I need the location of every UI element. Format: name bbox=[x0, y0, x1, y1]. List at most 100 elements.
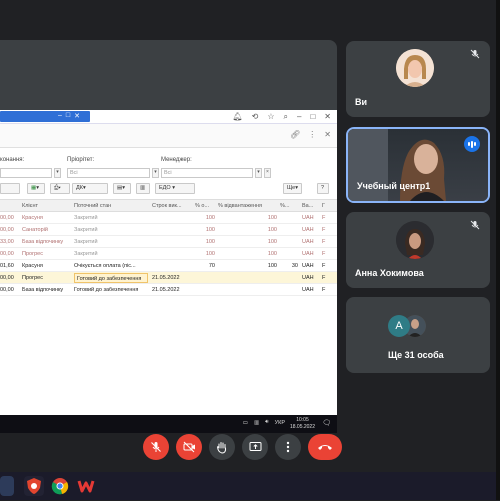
table-row[interactable]: 00,00 База відпочинку Готовий до забезпече… bbox=[0, 284, 337, 296]
shared-screen[interactable]: – □ ✕ 🔔︎ ⟲ ☆ ⌕ – □ ✕ 🔗︎ ⋮ ✕ конання: ▾ П… bbox=[0, 110, 337, 433]
priority-select-button[interactable]: ▾ bbox=[152, 168, 159, 178]
volume-icon[interactable]: 🔊︎ bbox=[265, 419, 268, 426]
table-cell-client: Красуня bbox=[22, 263, 43, 269]
network-icon[interactable]: ▥ bbox=[254, 420, 259, 426]
maximize-icon[interactable]: □ bbox=[66, 112, 70, 122]
create-button[interactable] bbox=[0, 183, 20, 194]
participant-tile-others[interactable]: A Ще 31 особа bbox=[346, 297, 490, 373]
table-cell-cur: UAH bbox=[302, 227, 314, 233]
orders-table: Клієнт Поточний стан Строк вик... % о...… bbox=[0, 199, 337, 296]
table-row[interactable]: 01,60 Красуня Очікується оплата (піс... 70 1… bbox=[0, 260, 337, 272]
clock-date: 18.05.2022 bbox=[289, 424, 315, 430]
window-controls[interactable]: – □ ✕ bbox=[58, 112, 80, 122]
mic-toggle-button[interactable] bbox=[143, 434, 169, 460]
end-call-button[interactable] bbox=[308, 434, 342, 460]
help-label: ? bbox=[321, 185, 325, 191]
table-row[interactable]: 33,00 База відпочинку Закритий 100 100 UAH F bbox=[0, 236, 337, 248]
manager-select-button[interactable]: ▾ bbox=[255, 168, 262, 178]
participant-name: Анна Хокимова bbox=[355, 268, 424, 278]
more-options-button[interactable] bbox=[275, 434, 301, 460]
table-cell-flag: F bbox=[322, 227, 326, 233]
system-tray: ▭ ▥ 🔊︎ УКР bbox=[243, 419, 285, 426]
table-cell-p1: 100 bbox=[205, 215, 215, 221]
history-icon[interactable]: ⟲ bbox=[252, 112, 259, 122]
command-bar: ▦▾ ⎙▾ ДК▾ ▤▾ ▥ ЕДО ▾ Ще▾ ? bbox=[0, 182, 337, 196]
participant-tile-anna[interactable]: Анна Хокимова bbox=[346, 212, 490, 288]
wps-office-icon[interactable] bbox=[76, 476, 96, 496]
table-cell-cur: UAH bbox=[302, 251, 314, 257]
dk-button[interactable]: ДК▾ bbox=[72, 183, 108, 194]
chrome-icon[interactable] bbox=[50, 476, 70, 496]
app-title-bar: – □ ✕ 🔔︎ ⟲ ☆ ⌕ – □ ✕ bbox=[0, 110, 337, 124]
executor-select-button[interactable]: ▾ bbox=[54, 168, 61, 178]
col-pct[interactable]: %... bbox=[280, 203, 296, 209]
table-cell-p1: 100 bbox=[205, 251, 215, 257]
print-button[interactable]: ⎙▾ bbox=[50, 183, 70, 194]
meeting-controls bbox=[0, 432, 500, 462]
table-body: 00,00 Красуня Закритий 100 100 UAH F 00,00 Санат… bbox=[0, 212, 337, 296]
present-screen-button[interactable] bbox=[242, 434, 268, 460]
star-icon[interactable]: ☆ bbox=[267, 112, 274, 122]
col-state[interactable]: Поточний стан bbox=[74, 203, 111, 209]
table-cell-p2: 100 bbox=[267, 239, 277, 245]
table-row[interactable]: 00,00 Прогрес Готовий до забезпечення 21.05… bbox=[0, 272, 337, 284]
col-paid[interactable]: % о... bbox=[195, 203, 215, 209]
screen-icon[interactable]: ▭ bbox=[243, 420, 248, 426]
col-deadline[interactable]: Строк вик... bbox=[152, 203, 184, 209]
table-cell-deadline: 21.05.2022 bbox=[152, 275, 180, 281]
window-edge bbox=[496, 0, 500, 500]
notification-icon[interactable]: 🗨︎ bbox=[322, 419, 331, 427]
grid-button[interactable]: ▤▾ bbox=[113, 183, 131, 194]
table-cell-deadline: 21.05.2022 bbox=[152, 287, 180, 293]
participant-tile-speaker[interactable]: Учебный центр1 bbox=[346, 127, 490, 203]
table-cell-amount: 00,00 bbox=[0, 275, 14, 281]
raise-hand-button[interactable] bbox=[209, 434, 235, 460]
presentation-tile[interactable]: – □ ✕ 🔔︎ ⟲ ☆ ⌕ – □ ✕ 🔗︎ ⋮ ✕ конання: ▾ П… bbox=[0, 40, 337, 433]
doc-button[interactable]: ▥ bbox=[136, 183, 150, 194]
close-icon[interactable]: ✕ bbox=[74, 112, 80, 122]
table-cell-amount: 00,00 bbox=[0, 227, 14, 233]
shield-app-icon[interactable] bbox=[24, 476, 44, 496]
mic-off-icon bbox=[151, 442, 161, 452]
table-header: Клієнт Поточний стан Строк вик... % о...… bbox=[0, 199, 337, 212]
col-shipped[interactable]: % відвантаження bbox=[218, 203, 262, 209]
table-cell-flag: F bbox=[322, 263, 326, 269]
more-button[interactable]: Ще▾ bbox=[283, 183, 302, 194]
manager-input[interactable]: Всі bbox=[161, 168, 253, 178]
bell-icon[interactable]: 🔔︎ bbox=[232, 112, 242, 122]
help-button[interactable]: ? bbox=[317, 183, 329, 194]
priority-input[interactable]: Всі bbox=[67, 168, 150, 178]
clock[interactable]: 10:05 18.05.2022 bbox=[290, 417, 315, 431]
table-cell-flag: F bbox=[322, 275, 326, 281]
minimize-icon[interactable]: – bbox=[58, 112, 62, 122]
col-flag[interactable]: Г bbox=[322, 203, 325, 209]
participant-tile-self[interactable]: Ви bbox=[346, 41, 490, 117]
col-client[interactable]: Клієнт bbox=[22, 203, 38, 209]
table-row[interactable]: 00,00 Красуня Закритий 100 100 UAH F bbox=[0, 212, 337, 224]
executor-input[interactable] bbox=[0, 168, 52, 178]
close-form-icon[interactable]: ✕ bbox=[324, 130, 331, 139]
table-row[interactable]: 00,00 Санаторій Закритий 100 100 UAH F bbox=[0, 224, 337, 236]
link-icon[interactable]: 🔗︎ bbox=[290, 130, 300, 139]
restore-icon[interactable]: □ bbox=[310, 112, 315, 122]
search-icon[interactable]: ⌕ bbox=[284, 112, 288, 122]
close-x-icon[interactable]: ✕ bbox=[324, 112, 331, 122]
min-icon[interactable]: – bbox=[297, 112, 301, 122]
more-vert-icon bbox=[286, 441, 290, 453]
table-row[interactable]: 00,00 Прогрес Закритий 100 100 UAH F bbox=[0, 248, 337, 260]
more-vert-icon[interactable]: ⋮ bbox=[308, 130, 316, 139]
edo-button[interactable]: ЕДО ▾ bbox=[155, 183, 195, 194]
manager-clear-button[interactable]: × bbox=[264, 168, 271, 178]
participant-name: Ви bbox=[355, 97, 368, 107]
clock-time: 10:05 bbox=[296, 417, 309, 423]
participant-name: Учебный центр1 bbox=[357, 181, 431, 191]
camera-toggle-button[interactable] bbox=[176, 434, 202, 460]
col-currency[interactable]: Ва... bbox=[302, 203, 313, 209]
shared-taskbar: ▭ ▥ 🔊︎ УКР 10:05 18.05.2022 🗨︎ bbox=[0, 415, 337, 433]
taskbar-app-icon[interactable] bbox=[0, 476, 14, 496]
table-cell-state: Закритий bbox=[74, 227, 98, 233]
lang-indicator[interactable]: УКР bbox=[275, 420, 285, 426]
table-cell-flag: F bbox=[322, 215, 326, 221]
hand-icon bbox=[216, 441, 227, 454]
excel-button[interactable]: ▦▾ bbox=[27, 183, 45, 194]
